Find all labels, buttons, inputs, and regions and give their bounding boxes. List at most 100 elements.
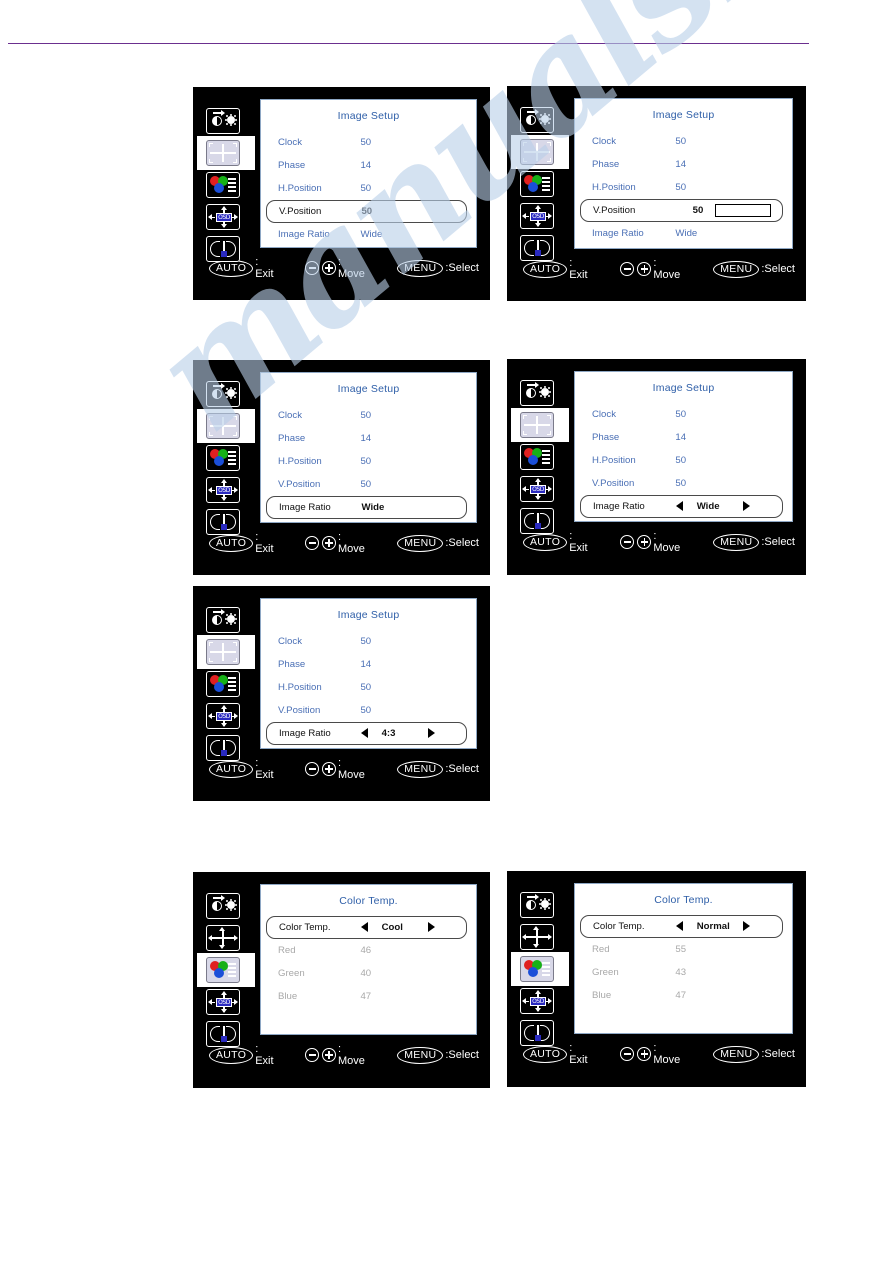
menu-row[interactable]: H.Position 50 — [266, 450, 467, 473]
sidebar-item-osd-setup[interactable]: OSD — [206, 700, 246, 732]
sidebar-item-osd-setup[interactable]: OSD — [206, 201, 246, 233]
menu-select-hint[interactable]: MENU:Select — [397, 534, 479, 552]
menu-row[interactable]: Clock 50 — [580, 130, 783, 153]
sidebar-item-brightness[interactable] — [520, 377, 560, 409]
sidebar-item-brightness[interactable] — [520, 889, 560, 921]
plus-icon[interactable] — [322, 536, 337, 550]
sidebar-item-image-setup[interactable] — [197, 409, 255, 443]
sidebar-item-osd-setup[interactable]: OSD — [520, 200, 560, 232]
menu-row[interactable]: V.Position 50 — [266, 699, 467, 722]
menu-row[interactable]: V.Position 50 — [580, 472, 783, 495]
menu-row[interactable]: Green 43 — [580, 961, 783, 984]
arrow-left-icon[interactable] — [676, 921, 684, 931]
plus-icon[interactable] — [322, 762, 337, 776]
menu-row[interactable]: Phase 14 — [580, 426, 783, 449]
arrow-left-icon[interactable] — [361, 922, 369, 932]
move-hint[interactable]: : Move — [305, 757, 370, 781]
minus-icon[interactable] — [305, 1048, 320, 1062]
menu-row[interactable]: Image Ratio Wide — [580, 222, 783, 245]
sidebar-item-color-temp[interactable] — [520, 441, 560, 473]
sidebar-item-image-setup[interactable] — [197, 136, 255, 170]
sidebar-item-color-temp[interactable] — [206, 169, 246, 201]
arrow-left-icon[interactable] — [676, 501, 684, 511]
menu-row[interactable]: Phase 14 — [266, 653, 467, 676]
menu-row[interactable]: Phase 14 — [266, 427, 467, 450]
menu-row[interactable]: V.Position 50 — [266, 200, 467, 223]
menu-row[interactable]: Image Ratio Wide — [266, 496, 467, 519]
menu-row[interactable]: Red 46 — [266, 939, 467, 962]
menu-row[interactable]: H.Position 50 — [266, 177, 467, 200]
sidebar-item-image-setup[interactable] — [206, 922, 246, 954]
move-hint[interactable]: : Move — [305, 531, 370, 555]
minus-icon[interactable] — [305, 762, 320, 776]
sidebar-item-image-setup[interactable] — [511, 135, 569, 169]
sidebar-item-osd-setup[interactable]: OSD — [520, 985, 560, 1017]
sidebar-item-image-setup[interactable] — [197, 635, 255, 669]
minus-icon[interactable] — [620, 535, 635, 549]
sidebar-item-brightness[interactable] — [206, 890, 246, 922]
arrow-right-icon[interactable] — [427, 922, 435, 932]
menu-row[interactable]: Blue 47 — [266, 985, 467, 1008]
menu-row[interactable]: Image Ratio 4:3 — [266, 722, 467, 745]
move-hint[interactable]: : Move — [620, 1042, 686, 1066]
menu-row[interactable]: Clock 50 — [266, 630, 467, 653]
menu-row[interactable]: Clock 50 — [266, 404, 467, 427]
menu-item-value: 50 — [360, 682, 372, 693]
arrow-right-icon[interactable] — [743, 921, 751, 931]
minus-icon[interactable] — [305, 536, 320, 550]
menu-row[interactable]: H.Position 50 — [580, 449, 783, 472]
sidebar-item-brightness[interactable] — [206, 105, 246, 137]
arrow-right-icon[interactable] — [427, 728, 435, 738]
menu-row[interactable]: V.Position 50 — [266, 473, 467, 496]
menu-row[interactable]: Phase 14 — [266, 154, 467, 177]
menu-row[interactable]: V.Position 50 — [580, 199, 783, 222]
move-hint[interactable]: : Move — [305, 1043, 370, 1067]
menu-item-label: V.Position — [278, 479, 321, 490]
move-hint[interactable]: : Move — [620, 257, 686, 281]
menu-row[interactable]: Clock 50 — [580, 403, 783, 426]
sidebar-item-color-temp[interactable] — [511, 952, 569, 986]
plus-icon[interactable] — [637, 1047, 652, 1061]
menu-select-hint[interactable]: MENU:Select — [713, 1045, 795, 1063]
menu-select-hint[interactable]: MENU:Select — [713, 260, 795, 278]
sidebar-item-color-temp[interactable] — [197, 953, 255, 987]
plus-icon[interactable] — [322, 261, 337, 275]
menu-row[interactable]: Clock 50 — [266, 131, 467, 154]
menu-row[interactable]: Color Temp. Cool — [266, 916, 467, 939]
menu-select-hint[interactable]: MENU:Select — [397, 1046, 479, 1064]
sidebar-item-image-setup[interactable] — [511, 408, 569, 442]
arrow-left-icon[interactable] — [361, 728, 369, 738]
sidebar-item-image-setup[interactable] — [520, 921, 560, 953]
sidebar-item-osd-setup[interactable]: OSD — [520, 473, 560, 505]
value-slider[interactable] — [714, 204, 771, 217]
menu-row[interactable]: Image Ratio Wide — [580, 495, 783, 518]
arrow-right-icon[interactable] — [743, 501, 751, 511]
plus-icon[interactable] — [322, 1048, 337, 1062]
menu-row[interactable]: Blue 47 — [580, 984, 783, 1007]
plus-icon[interactable] — [637, 262, 652, 276]
sidebar-item-osd-setup[interactable]: OSD — [206, 474, 246, 506]
sidebar-item-color-temp[interactable] — [206, 442, 246, 474]
sidebar-item-brightness[interactable] — [520, 104, 560, 136]
sidebar-item-osd-setup[interactable]: OSD — [206, 986, 246, 1018]
menu-row[interactable]: Color Temp. Normal — [580, 915, 783, 938]
sidebar-item-brightness[interactable] — [206, 378, 246, 410]
menu-row[interactable]: Image Ratio Wide — [266, 223, 467, 246]
sidebar-item-color-temp[interactable] — [206, 668, 246, 700]
menu-row[interactable]: H.Position 50 — [580, 176, 783, 199]
sidebar-item-color-temp[interactable] — [520, 168, 560, 200]
move-hint[interactable]: : Move — [620, 530, 686, 554]
move-hint[interactable]: : Move — [305, 256, 370, 280]
minus-icon[interactable] — [620, 262, 635, 276]
sidebar-item-brightness[interactable] — [206, 604, 246, 636]
plus-icon[interactable] — [637, 535, 652, 549]
menu-row[interactable]: Green 40 — [266, 962, 467, 985]
menu-row[interactable]: Phase 14 — [580, 153, 783, 176]
minus-icon[interactable] — [305, 261, 320, 275]
minus-icon[interactable] — [620, 1047, 635, 1061]
menu-row[interactable]: H.Position 50 — [266, 676, 467, 699]
menu-select-hint[interactable]: MENU:Select — [713, 533, 795, 551]
menu-select-hint[interactable]: MENU:Select — [397, 259, 479, 277]
menu-select-hint[interactable]: MENU:Select — [397, 760, 479, 778]
menu-row[interactable]: Red 55 — [580, 938, 783, 961]
